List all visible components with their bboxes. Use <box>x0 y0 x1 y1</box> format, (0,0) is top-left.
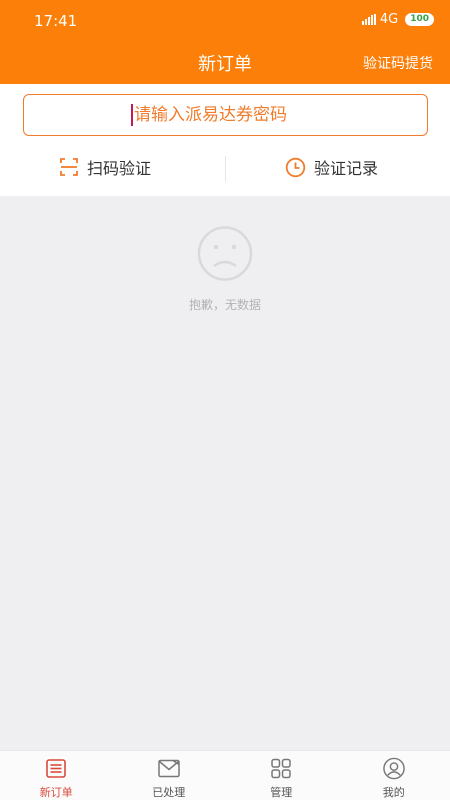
network-type: 4G <box>379 12 399 27</box>
tab-processed[interactable]: 已处理 <box>113 751 226 800</box>
tab-manage[interactable]: 管理 <box>225 751 338 800</box>
coupon-code-input[interactable] <box>23 94 428 136</box>
tab-label: 已处理 <box>152 786 186 799</box>
battery-icon: 100 <box>405 13 434 26</box>
action-divider <box>225 156 226 182</box>
signal-icon <box>361 14 376 25</box>
bottom-tab-bar: 新订单 已处理 管理 我的 <box>0 750 450 800</box>
status-indicators: 4G 100 <box>361 12 434 27</box>
list-icon <box>46 759 67 778</box>
tab-new-orders[interactable]: 新订单 <box>0 751 113 800</box>
clock-icon <box>285 157 306 177</box>
envelope-icon <box>158 759 180 778</box>
scan-icon <box>60 158 78 176</box>
empty-message: 抱歉，无数据 <box>188 298 261 312</box>
grid-icon <box>271 758 291 779</box>
person-icon <box>382 757 405 780</box>
text-cursor <box>131 104 133 126</box>
tab-label: 新订单 <box>39 786 73 799</box>
status-bar: 17:41 4G 100 <box>0 0 450 40</box>
scan-verify-label: 扫码验证 <box>87 159 152 178</box>
tab-mine[interactable]: 我的 <box>338 751 450 800</box>
code-pickup-button[interactable]: 验证码提货 <box>363 53 433 73</box>
tab-label: 管理 <box>270 786 293 799</box>
verify-record-label: 验证记录 <box>314 159 379 178</box>
app-header: 17:41 4G 100 新订单 验证码提货 <box>0 0 450 84</box>
scan-verify-button[interactable]: 扫码验证 <box>59 148 151 186</box>
tab-label: 我的 <box>382 786 405 799</box>
status-time: 17:41 <box>34 12 78 30</box>
verify-record-button[interactable]: 验证记录 <box>285 148 378 186</box>
sad-face-icon <box>197 226 253 281</box>
